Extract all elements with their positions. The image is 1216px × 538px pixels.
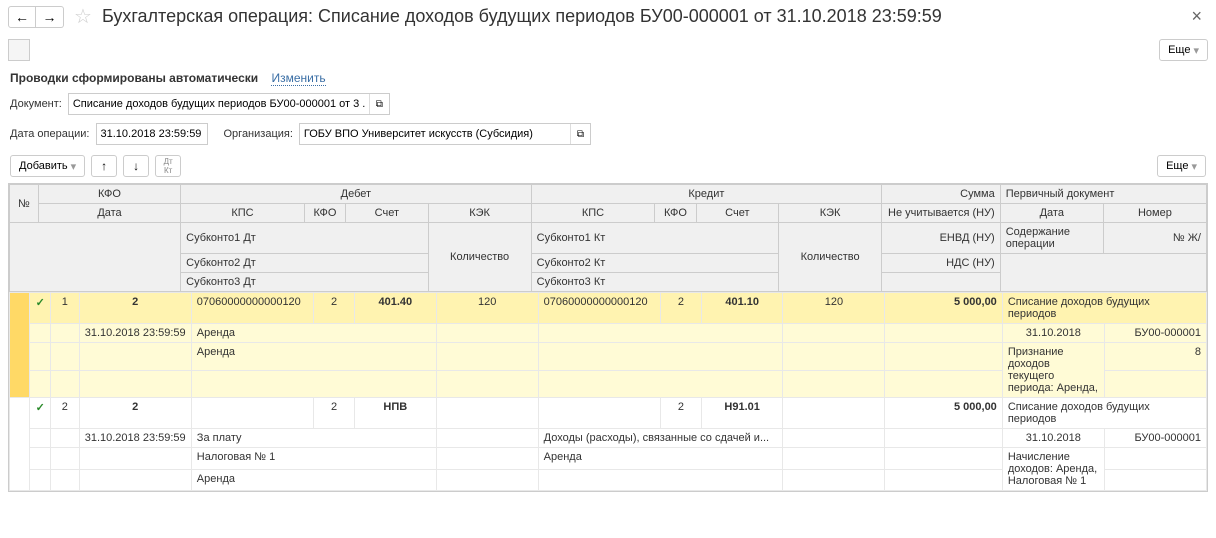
autogen-notice: Проводки сформированы автоматически Изме… — [0, 67, 1216, 89]
doc-input[interactable] — [69, 94, 369, 114]
date-label: Дата операции: — [10, 128, 90, 140]
close-icon[interactable]: × — [1185, 6, 1208, 27]
doc-input-wrap: ⧉ — [68, 93, 390, 115]
check-icon: ✓ — [30, 293, 51, 324]
more-button-grid[interactable]: Еще ▾ — [1157, 155, 1206, 177]
chevron-down-icon: ▾ — [1193, 44, 1199, 57]
add-button[interactable]: Добавить ▾ — [10, 155, 85, 177]
back-button[interactable]: ← — [8, 6, 36, 28]
table-row[interactable]: ✓ 1 2 07060000000000120 2 401.40 120 070… — [10, 293, 1207, 324]
org-input-wrap: ⧉ — [299, 123, 591, 145]
table-row[interactable]: ✓ 2 2 2 НПВ 2 Н91.01 5 000,00 Списание д… — [10, 398, 1207, 429]
table-row[interactable]: 31.10.2018 23:59:59 За плату Доходы (рас… — [10, 429, 1207, 448]
date-input-wrap — [96, 123, 208, 145]
forward-button[interactable]: → — [36, 6, 64, 28]
record-button[interactable] — [8, 39, 30, 61]
grid-body[interactable]: ✓ 1 2 07060000000000120 2 401.40 120 070… — [9, 292, 1207, 491]
open-doc-button[interactable]: ⧉ — [369, 94, 389, 114]
move-up-button[interactable]: ↑ — [91, 155, 117, 177]
change-link[interactable]: Изменить — [271, 71, 325, 86]
chevron-down-icon: ▾ — [1191, 160, 1197, 173]
dtkt-button[interactable]: ДтКт — [155, 155, 181, 177]
chevron-down-icon: ▾ — [71, 160, 77, 173]
doc-label: Документ: — [10, 98, 62, 110]
page-title: Бухгалтерская операция: Списание доходов… — [102, 6, 1186, 27]
table-row[interactable]: Аренда Признание доходов текущего период… — [10, 343, 1207, 371]
move-down-button[interactable]: ↓ — [123, 155, 149, 177]
grid-header: № КФО Дебет Кредит Сумма Первичный докум… — [9, 184, 1207, 292]
org-input[interactable] — [300, 124, 570, 144]
check-icon: ✓ — [30, 398, 51, 429]
favorite-star-icon[interactable]: ☆ — [74, 4, 92, 29]
more-button-top[interactable]: Еще ▾ — [1159, 39, 1208, 61]
open-org-button[interactable]: ⧉ — [570, 124, 590, 144]
table-row[interactable]: 31.10.2018 23:59:59 Аренда 31.10.2018 БУ… — [10, 324, 1207, 343]
date-input[interactable] — [97, 124, 207, 144]
table-row[interactable]: Налоговая № 1 Аренда Начисление доходов:… — [10, 448, 1207, 470]
entries-grid: № КФО Дебет Кредит Сумма Первичный докум… — [8, 183, 1208, 492]
org-label: Организация: — [224, 128, 293, 140]
